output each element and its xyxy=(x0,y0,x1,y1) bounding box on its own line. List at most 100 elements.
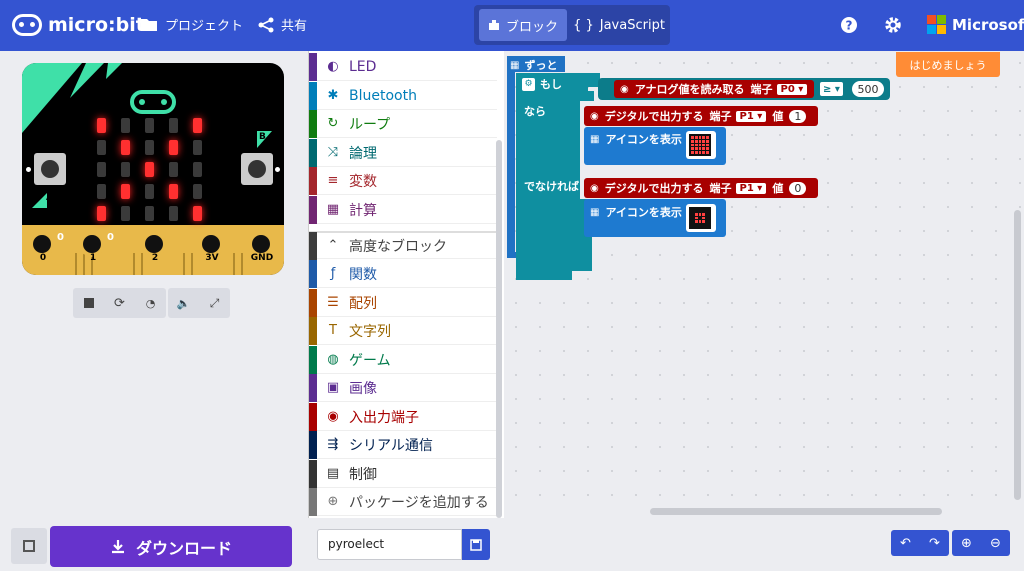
led-matrix xyxy=(97,118,209,230)
category-color-bar xyxy=(309,345,317,374)
category-label: ループ xyxy=(349,116,391,133)
toolbox-category-4[interactable]: ≡ 変数 xyxy=(309,166,497,195)
icon-pixel-off xyxy=(691,212,694,216)
projects-button[interactable]: プロジェクト xyxy=(140,15,243,34)
microbit-simulator: A B 0 1 2 3V GND 0 0 xyxy=(22,63,284,275)
toolbox-category-13[interactable]: ⇶ シリアル通信 xyxy=(309,430,497,459)
save-button[interactable] xyxy=(462,529,490,560)
category-label: Bluetooth xyxy=(349,87,417,104)
gear-icon[interactable] xyxy=(884,16,902,34)
download-button[interactable]: ダウンロード xyxy=(50,526,292,567)
button-b[interactable] xyxy=(241,153,273,185)
toolbox-category-14[interactable]: ▤ 制御 xyxy=(309,459,497,488)
icon-pixel-on xyxy=(698,220,702,224)
pin-gnd[interactable]: GND xyxy=(248,231,276,271)
value-input-2[interactable]: 0 xyxy=(789,181,807,195)
toolbox-scrollbar[interactable] xyxy=(496,140,502,518)
pin-2[interactable]: 2 xyxy=(141,231,169,271)
pin-dropdown-p1[interactable]: P1 ▾ xyxy=(735,182,767,194)
usb-icon: ⇶ xyxy=(327,437,339,452)
stop-button[interactable] xyxy=(73,288,104,318)
fullscreen-button[interactable]: ⤢ xyxy=(199,288,230,318)
category-label: シリアル通信 xyxy=(349,437,433,454)
icon-pixel-on xyxy=(698,139,702,143)
if-block[interactable]: ⚙ もし xyxy=(522,76,562,92)
toolbox-category-15[interactable]: ⊕ パッケージを追加する xyxy=(309,487,497,516)
icon-pixel-off xyxy=(702,224,706,227)
toolbox-category-1[interactable]: ✱ Bluetooth xyxy=(309,81,497,110)
tutorial-button[interactable]: はじめましょう xyxy=(896,52,1000,77)
analog-read-label: アナログ値を読み取る xyxy=(634,83,745,96)
icon-pixel-off xyxy=(691,209,694,212)
icon-picker-1[interactable] xyxy=(686,131,716,159)
icon-pixel-on xyxy=(694,220,698,224)
toolbox-category-9[interactable]: T 文字列 xyxy=(309,316,497,345)
gear-icon: ⚙ xyxy=(522,77,535,91)
zoom-in-button[interactable]: ⊕ xyxy=(952,530,981,556)
icon-pixel-on xyxy=(698,143,702,147)
toolbox-category-8[interactable]: ☰ 配列 xyxy=(309,288,497,317)
restart-icon: ⟳ xyxy=(114,295,125,311)
tab-javascript[interactable]: { } JavaScript xyxy=(572,9,666,41)
toolbox-category-6[interactable]: ⌃ 高度なブロック xyxy=(309,231,497,260)
tab-blocks[interactable]: ブロック xyxy=(479,9,567,41)
icon-pixel-on xyxy=(702,143,706,147)
icon-picker-2[interactable] xyxy=(686,204,716,232)
digital-write-block-1[interactable]: ◉ デジタルで出力する 端子 P1 ▾ 値 1 xyxy=(584,106,818,126)
pin-dropdown-p0[interactable]: P0 ▾ xyxy=(776,83,808,95)
microbit-logo[interactable]: micro:bit xyxy=(12,12,145,38)
collapse-simulator-button[interactable] xyxy=(11,528,47,564)
pin-p0-value: P0 xyxy=(780,83,795,95)
toolbox-category-10[interactable]: ◍ ゲーム xyxy=(309,345,497,374)
zoom-out-button[interactable]: ⊖ xyxy=(981,530,1010,556)
toolbox-category-5[interactable]: ▦ 計算 xyxy=(309,195,497,224)
show-icon-label-wrap: ▦ アイコンを表示 xyxy=(590,204,682,220)
toolbox-category-12[interactable]: ◉ 入出力端子 xyxy=(309,402,497,431)
pin-1[interactable]: 1 xyxy=(79,231,107,271)
toolbox-category-7[interactable]: ƒ 関数 xyxy=(309,259,497,288)
undo-button[interactable]: ↶ xyxy=(891,530,920,556)
pin-3v[interactable]: 3V xyxy=(198,231,226,271)
category-label: 論理 xyxy=(349,145,377,162)
icon-pixel-on xyxy=(694,212,698,216)
download-label: ダウンロード xyxy=(135,538,232,558)
value-input-1[interactable]: 1 xyxy=(789,109,807,123)
toolbox-category-0[interactable]: ◐ LED xyxy=(309,52,497,81)
operator-dropdown[interactable]: ≥ ▾ xyxy=(820,82,843,96)
icon-pixel-off xyxy=(706,209,709,212)
analog-read-block[interactable]: ◉ アナログ値を読み取る 端子 P0 ▾ xyxy=(614,80,814,98)
led-on xyxy=(169,140,178,155)
led-off xyxy=(145,140,154,155)
pin-value-readout: 0 xyxy=(107,232,114,243)
share-button[interactable]: 共有 xyxy=(258,15,307,34)
project-name-input[interactable]: pyroelect xyxy=(317,529,462,560)
pin-0[interactable]: 0 xyxy=(29,231,57,271)
redo-button[interactable]: ↷ xyxy=(920,530,949,556)
tab-blocks-label: ブロック xyxy=(505,19,558,35)
pin-dropdown-p1[interactable]: P1 ▾ xyxy=(735,110,767,122)
forever-block[interactable]: ▦ ずっと xyxy=(510,57,557,73)
sound-button[interactable]: 🔈 xyxy=(168,288,199,318)
toolbox-category-2[interactable]: ↻ ループ xyxy=(309,109,497,138)
digital-write-block-2[interactable]: ◉ デジタルで出力する 端子 P1 ▾ 値 0 xyxy=(584,178,818,198)
slowmo-button[interactable]: ◔ xyxy=(135,288,166,318)
microbit-face-logo[interactable] xyxy=(130,90,176,114)
button-a[interactable] xyxy=(34,153,66,185)
tab-javascript-label: JavaScript xyxy=(599,17,665,33)
category-label: LED xyxy=(349,58,377,75)
led-on xyxy=(97,206,106,221)
icon-pixel-on xyxy=(691,151,694,154)
restart-button[interactable]: ⟳ xyxy=(104,288,135,318)
threshold-input[interactable]: 500 xyxy=(852,81,884,97)
microsoft-logo[interactable]: Microsoft xyxy=(927,15,1024,34)
blocks-workspace[interactable]: ▦ ずっと ⚙ もし なら でなければ ◉ アナログ値を読み取る 端子 P0 ▾… xyxy=(504,51,1024,518)
text-icon: T xyxy=(329,323,337,338)
help-icon[interactable]: ? xyxy=(840,16,858,34)
workspace-hscrollbar[interactable] xyxy=(650,508,942,515)
category-color-bar xyxy=(309,259,317,288)
led-off xyxy=(121,206,130,221)
toolbox-category-3[interactable]: ⤨ 論理 xyxy=(309,138,497,167)
category-label: 変数 xyxy=(349,173,377,190)
workspace-vscrollbar[interactable] xyxy=(1014,210,1021,500)
toolbox-category-11[interactable]: ▣ 画像 xyxy=(309,373,497,402)
